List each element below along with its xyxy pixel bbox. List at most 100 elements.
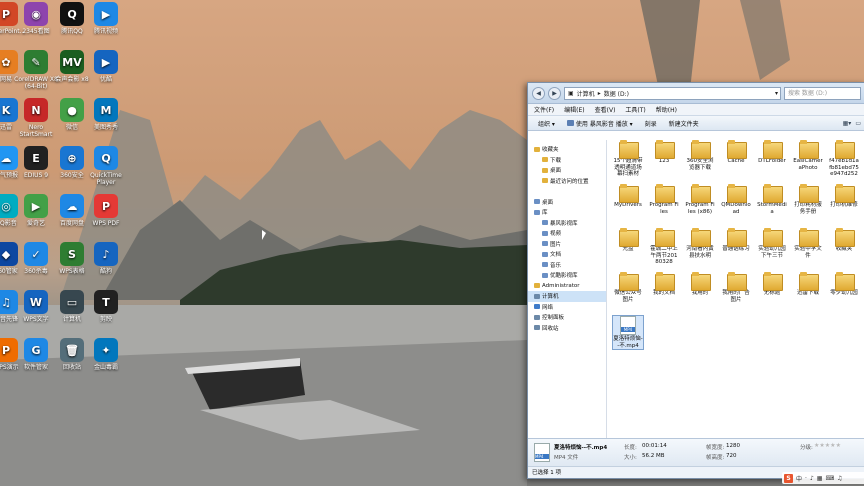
desktop-icon[interactable]: ♪ 酷狗 [84,242,128,275]
folder-item[interactable]: QMDownload [721,184,751,215]
desktop-icon[interactable]: ▶ 腾讯视频 [84,2,128,35]
breadcrumb-computer[interactable]: 计算机 [577,89,595,98]
back-button[interactable]: ◀ [532,86,545,100]
preview-pane-icon[interactable]: ▭ [855,120,861,127]
breadcrumb-drive[interactable]: 数据 (D:) [604,89,629,98]
app-icon: ▶ [24,194,48,218]
folder-item[interactable]: 霍城二中上午两节20180328 [649,228,679,266]
desktop-icon-label: 金山毒霸 [93,364,118,371]
folder-icon [691,228,711,247]
nav-item[interactable]: 暴风影视库 [528,218,606,229]
folder-item[interactable]: 实验幼儿园下午三节 [757,228,787,259]
file-type-label: MP4 [621,327,635,332]
folder-item[interactable]: 光盘 [613,228,643,253]
folder-item[interactable]: 微信公众号图片 [613,272,643,303]
detail-filename: 夏洛特烦恼--不.mp4 [554,445,608,451]
folder-icon [542,167,548,173]
nav-item[interactable]: 文档 [528,249,606,260]
folder-item[interactable]: StormMedia [757,184,787,215]
menu-edit[interactable]: 编辑(E) [564,105,584,114]
folder-item[interactable]: DTLFolder [757,140,787,165]
folder-item[interactable]: 收藏夹 [829,228,859,253]
folder-icon [655,272,675,291]
file-name: QMDownload [721,202,751,215]
folder-item[interactable]: Program Files [649,184,679,215]
desktop-icon[interactable]: P WPS PDF [84,194,128,227]
nav-item[interactable]: 桌面 [528,165,606,176]
folder-item[interactable]: Program Files (x86) [685,184,715,215]
nav-item[interactable]: 回收站 [528,323,606,334]
view-options-icon[interactable]: ▦▾ [843,120,852,127]
nav-item[interactable]: 最近访问的位置 [528,176,606,187]
nav-item[interactable]: 收藏夹 [528,144,606,155]
nav-item-label: 控制面板 [542,315,565,322]
detail-length-label: 长度: [624,445,637,451]
folder-item[interactable]: 河南看内黄县扶水明 [685,228,715,259]
nav-item[interactable]: 库 [528,207,606,218]
nav-item[interactable]: 控制面板 [528,312,606,323]
app-icon: ● [60,98,84,122]
folder-item[interactable]: EasiCameraPhoto [793,140,823,171]
menu-view[interactable]: 查看(V) [595,105,616,114]
folder-item[interactable]: 123 [649,140,679,165]
nav-item-label: 最近访问的位置 [550,178,589,185]
nav-item[interactable]: 图片 [528,239,606,250]
folder-item[interactable]: 15个超清带透明通道场幕扫素材 [613,140,643,178]
folder-item[interactable]: f47eb1d1afb81ebd75e947d252 [829,140,859,178]
nav-item[interactable]: 视频 [528,228,606,239]
desktop-icon[interactable]: M 美图秀秀 [84,98,128,131]
tray-icon[interactable]: ♪ [810,475,814,482]
folder-item[interactable]: Cache [721,140,751,165]
folder-item[interactable]: 我的文档 [649,272,679,297]
tray-icon[interactable]: 中 [796,474,802,483]
nav-item[interactable]: Administrator [528,281,606,292]
folder-item[interactable]: 普通话练习 [721,228,751,253]
desktop-icon[interactable]: ▶ 优酷 [84,50,128,83]
menu-help[interactable]: 帮助(H) [656,105,677,114]
nav-item[interactable]: 优酷影视库 [528,270,606,281]
organize-button[interactable]: 组织 ▾ [538,119,555,128]
folder-item[interactable]: 我用的 [685,272,715,297]
folder-item[interactable]: 实验中学文件 [793,228,823,259]
detail-width: 1280 [726,443,740,449]
menu-file[interactable]: 文件(F) [534,105,554,114]
folder-icon [542,251,548,257]
folder-icon [799,184,819,203]
folder-item[interactable]: 我用的广告图片 [721,272,751,303]
menu-tools[interactable]: 工具(T) [625,105,645,114]
new-folder-label: 新建文件夹 [668,120,699,128]
folder-item[interactable]: 打印耗材服务手册 [793,184,823,215]
app-icon: ✓ [24,242,48,266]
folder-item[interactable]: MyDrivers [613,184,643,209]
address-bar[interactable]: ▣ 计算机 ▸ 数据 (D:) ▾ [564,86,781,100]
burn-button[interactable]: 刻录 [645,119,657,128]
nav-item[interactable]: 音乐 [528,260,606,271]
tray-icon[interactable]: · [805,475,807,482]
chevron-down-icon[interactable]: ▾ [775,90,780,97]
forward-button[interactable]: ▶ [548,86,561,100]
nav-item[interactable]: 网络 [528,302,606,313]
search-input[interactable]: 搜索 数据 (D:) [784,86,861,100]
video-file-item[interactable]: MP4 夏洛特烦恼--不.mp4 [612,315,644,350]
desktop-icon[interactable]: Q QuickTime Player [84,146,128,186]
tray-icon[interactable]: ⌨ [825,475,834,482]
new-folder-button[interactable]: 新建文件夹 [669,119,699,128]
tray-icon[interactable]: ♫ [837,475,842,482]
folder-item[interactable]: 迅雷下载 [793,272,823,297]
desktop-icon[interactable]: T 剪映 [84,290,128,323]
folder-item[interactable]: 360安全浏览器下载 [685,140,715,171]
folder-item[interactable]: 零夕幼儿园 [829,272,859,297]
open-with-button[interactable]: 使用 暴风影音 播放 ▾ [566,119,633,128]
file-name: 15个超清带透明通道场幕扫素材 [613,158,643,177]
nav-item[interactable]: 桌面 [528,197,606,208]
folder-icon [534,199,540,205]
rating-stars[interactable]: ★★★★★ [814,442,841,449]
folder-item[interactable]: 无标题 [757,272,787,297]
tray-icon[interactable]: ▦ [817,475,823,482]
ime-icon[interactable]: S [784,473,793,483]
nav-item[interactable]: 计算机 [528,291,606,302]
folder-item[interactable]: 打印机维修 [829,184,859,209]
desktop-icon[interactable]: ✦ 金山毒霸 [84,338,128,371]
desktop-icon-label: 剪映 [99,316,112,323]
nav-item[interactable]: 下载 [528,155,606,166]
